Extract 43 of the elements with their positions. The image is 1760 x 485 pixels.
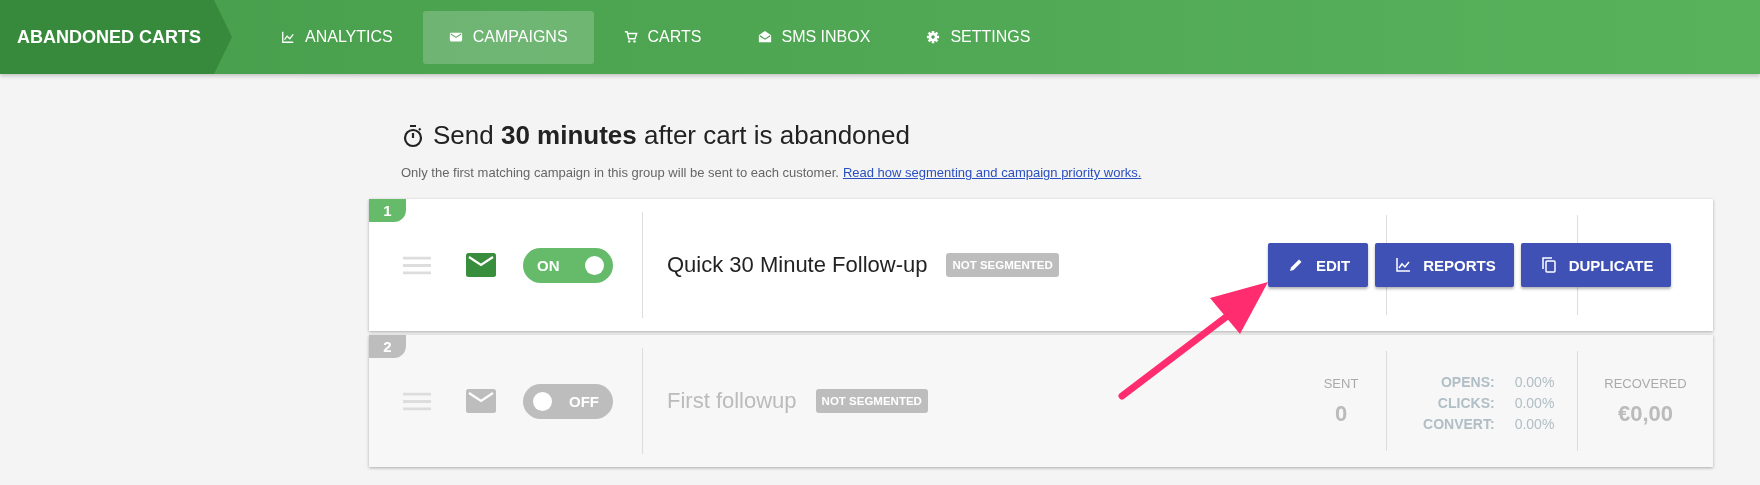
segment-tag: NOT SEGMENTED	[815, 389, 928, 413]
reports-button[interactable]: REPORTS	[1375, 243, 1514, 287]
help-link[interactable]: Read how segmenting and campaign priority works.	[842, 165, 1142, 180]
priority-number: 2	[369, 335, 406, 358]
nav-tab[interactable]: ANALYTICS	[255, 10, 419, 64]
priority-number: 1	[369, 199, 406, 222]
edit-button[interactable]: EDIT	[1268, 243, 1369, 287]
drag-handle-icon[interactable]	[403, 391, 431, 411]
rate-label: CONVERT:	[1422, 415, 1495, 434]
duplicate-button[interactable]: DUPLICATE	[1520, 243, 1672, 287]
drag-handle-icon[interactable]	[403, 255, 431, 275]
sent-count: 0	[1334, 400, 1348, 427]
rate-value: 0.00%	[1514, 394, 1555, 413]
recovered-label: RECOVERED	[1604, 375, 1687, 391]
envelope-icon	[466, 253, 496, 277]
envelope-icon	[466, 389, 496, 413]
campaign-name: First followup	[667, 388, 797, 414]
rate-value: 0.00%	[1514, 373, 1555, 392]
toggle-switch[interactable]: ON	[523, 247, 613, 283]
pencil-icon	[1288, 257, 1304, 273]
line-chart-icon	[1395, 257, 1412, 273]
cart-icon	[623, 30, 638, 44]
priority-note: Only the first matching campaign in this group will be sent to each customer.	[401, 165, 839, 180]
rate-value: 0.00%	[1514, 415, 1555, 434]
nav-tab[interactable]: SMS INBOX	[731, 10, 897, 64]
rate-label: OPENS:	[1439, 373, 1495, 392]
nav-tab[interactable]: CARTS	[597, 10, 728, 64]
segment-tag: NOT SEGMENTED	[946, 253, 1059, 277]
line-chart-icon	[281, 30, 295, 44]
copy-icon	[1540, 257, 1557, 273]
sent-label: SENT	[1323, 375, 1359, 391]
nav-tab[interactable]: CAMPAIGNS	[422, 10, 594, 64]
rate-label: CLICKS:	[1436, 394, 1495, 413]
toggle-switch[interactable]: OFF	[523, 383, 613, 419]
open-envelope-icon	[757, 30, 772, 44]
nav-tab[interactable]: SETTINGS	[900, 10, 1057, 64]
envelope-icon	[448, 30, 463, 44]
settings-icon	[926, 30, 941, 44]
stopwatch-icon	[401, 123, 425, 148]
recovered-amount: €0,00	[1617, 400, 1674, 427]
schedule-heading: Send 30 minutes after cart is abandoned	[433, 120, 910, 151]
app-title: ABANDONED CARTS	[0, 0, 232, 74]
campaign-name: Quick 30 Minute Follow-up	[667, 252, 928, 278]
